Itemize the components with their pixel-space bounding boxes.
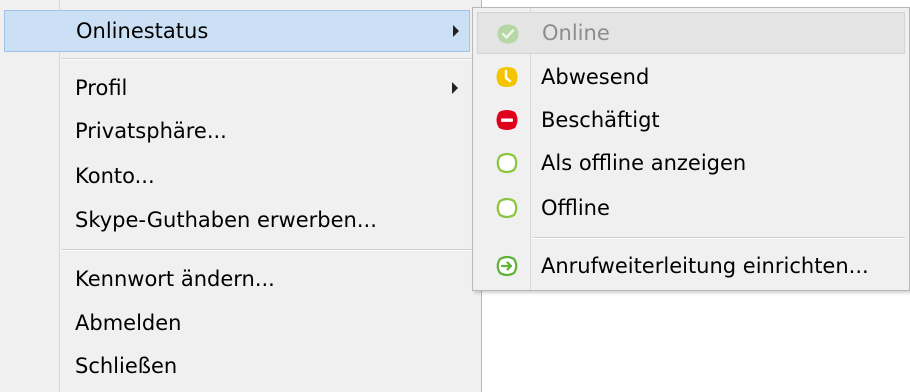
menu-item-privatsphaere[interactable]: Privatsphäre... (4, 110, 470, 152)
menu-item-label: Konto... (75, 164, 155, 188)
menu-item-label: Abmelden (75, 311, 182, 335)
submenu-arrow-icon (453, 25, 459, 37)
menu-separator (533, 237, 905, 239)
menu-item-label: Skype-Guthaben erwerben... (75, 208, 377, 232)
menu-item-guthaben[interactable]: Skype-Guthaben erwerben... (4, 199, 470, 241)
status-item-abwesend[interactable]: Abwesend (477, 56, 905, 98)
main-context-menu: Onlinestatus Profil Privatsphäre... Kont… (0, 0, 482, 392)
menu-separator (62, 249, 476, 251)
menu-item-label: Kennwort ändern... (75, 267, 275, 291)
menu-item-profil[interactable]: Profil (4, 67, 470, 109)
status-item-beschaeftigt[interactable]: Beschäftigt (477, 99, 905, 141)
menu-item-label: Schließen (75, 354, 178, 378)
status-item-label: Offline (541, 196, 610, 220)
status-item-label: Beschäftigt (541, 108, 660, 132)
menu-item-kennwort[interactable]: Kennwort ändern... (4, 258, 470, 300)
status-invisible-icon (496, 152, 518, 174)
menu-separator (62, 58, 476, 60)
menu-item-label: Privatsphäre... (75, 119, 227, 143)
status-online-icon (497, 24, 519, 44)
menu-item-onlinestatus[interactable]: Onlinestatus (4, 10, 470, 52)
menu-item-label: Profil (75, 76, 128, 100)
submenu-arrow-icon (452, 82, 458, 94)
status-busy-icon (496, 110, 518, 130)
status-offline-icon (496, 197, 518, 219)
status-item-label: Anrufweiterleitung einrichten... (541, 254, 869, 278)
menu-item-konto[interactable]: Konto... (4, 155, 470, 197)
status-item-label: Online (542, 21, 610, 45)
status-away-icon (496, 67, 518, 87)
status-item-anrufweiterleitung[interactable]: Anrufweiterleitung einrichten... (477, 245, 905, 287)
status-submenu: Online Abwesend Beschäftigt Als offline … (472, 7, 910, 291)
status-item-label: Als offline anzeigen (541, 151, 747, 175)
status-item-label: Abwesend (541, 65, 650, 89)
status-item-als-offline[interactable]: Als offline anzeigen (477, 142, 905, 184)
menu-item-abmelden[interactable]: Abmelden (4, 302, 470, 344)
menu-item-schliessen[interactable]: Schließen (4, 345, 470, 387)
status-item-offline[interactable]: Offline (477, 187, 905, 229)
status-item-online[interactable]: Online (477, 12, 905, 54)
menu-item-label: Onlinestatus (76, 19, 209, 43)
call-forward-icon (496, 255, 518, 277)
